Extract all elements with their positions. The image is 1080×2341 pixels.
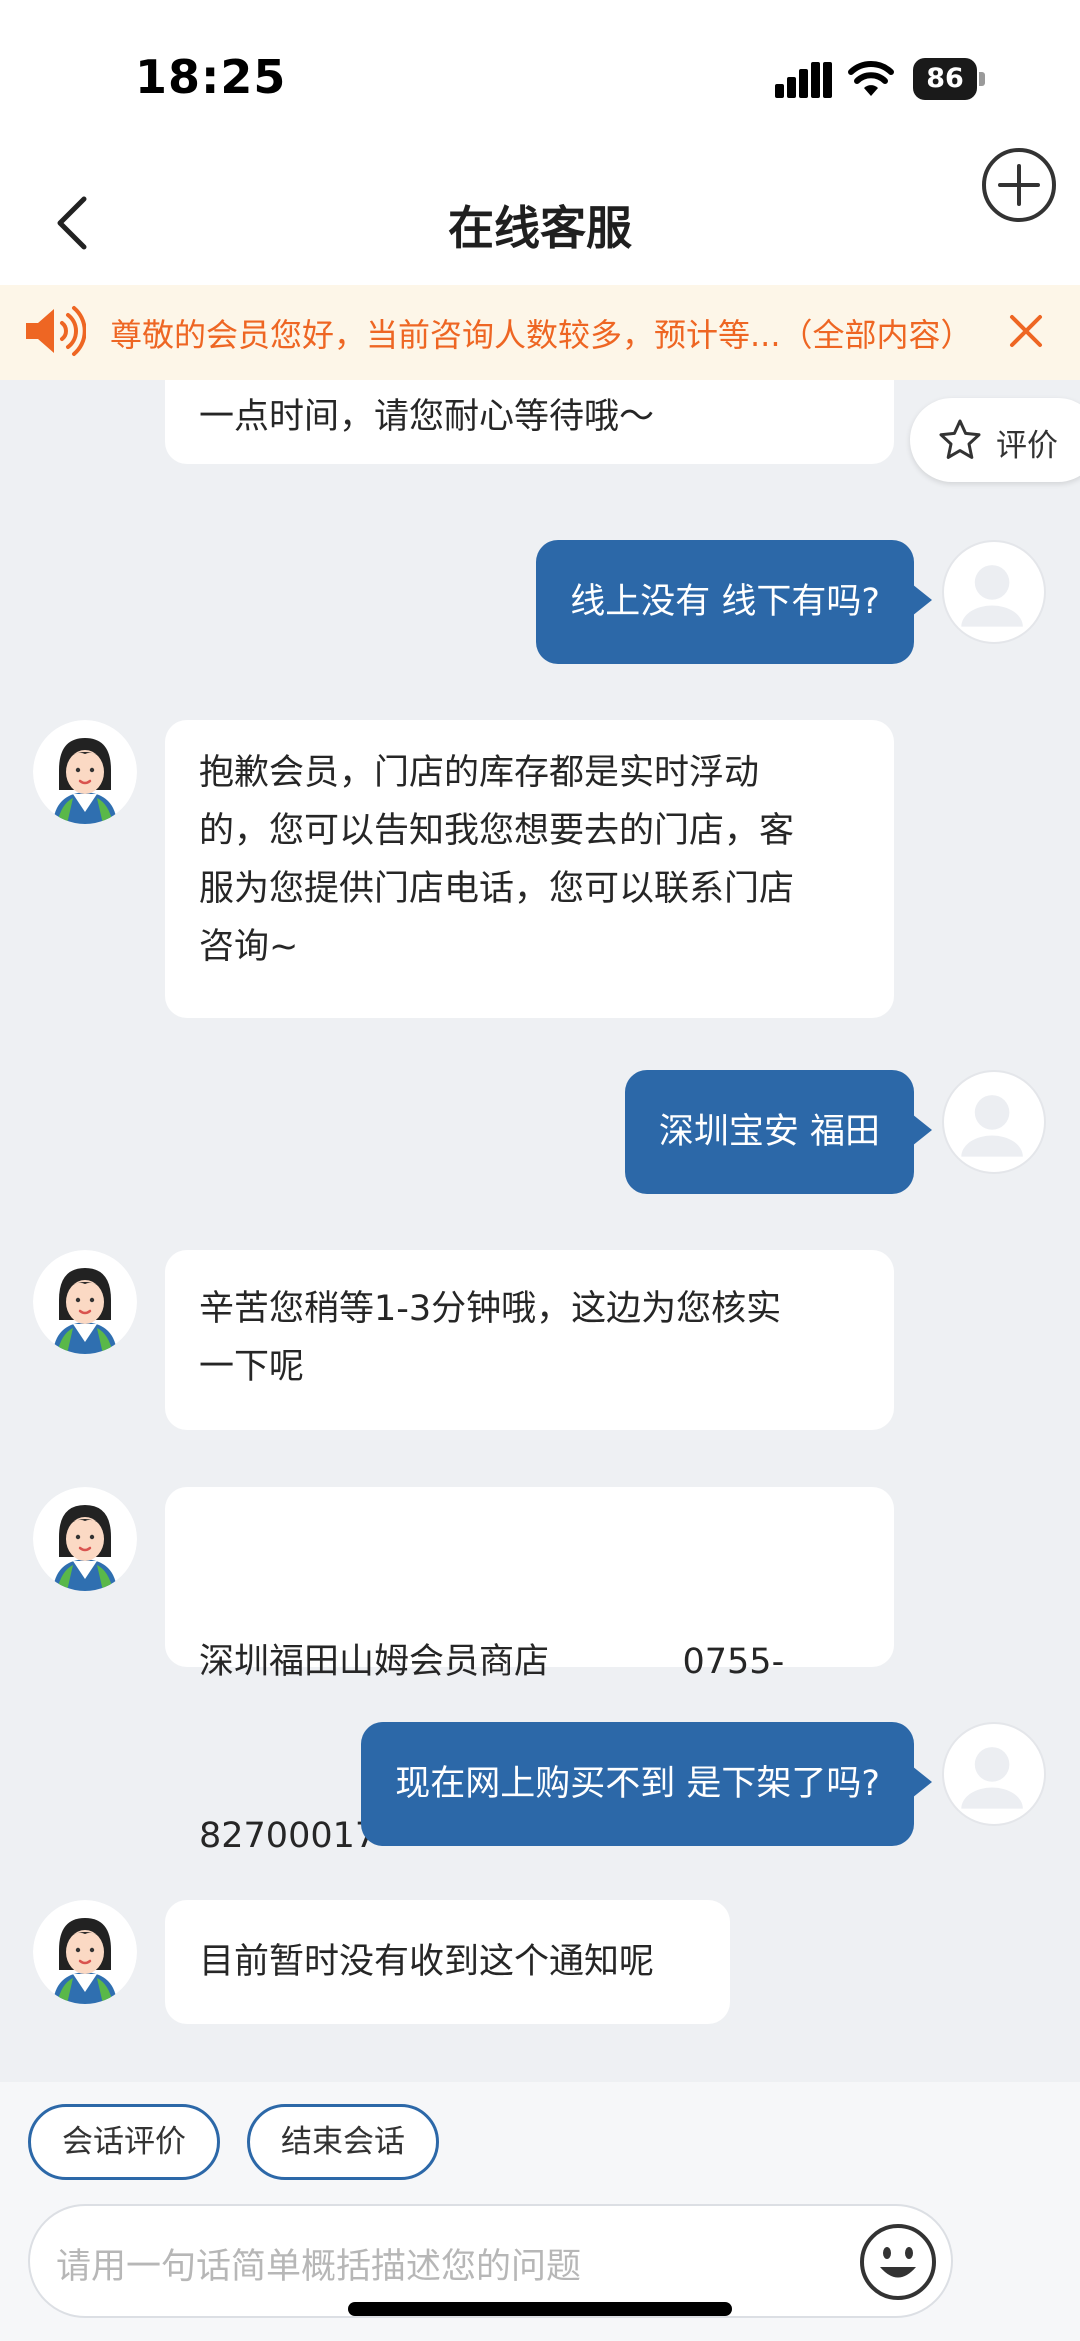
chat-area[interactable]: 一点时间，请您耐心等待哦～ 线上没有 线下有吗? 抱歉会员，门店的库存都是实时浮… [0,380,1080,2080]
person-icon [961,1095,1023,1157]
agent-avatar [33,1900,137,2004]
battery-icon: 86 [913,58,985,100]
agent-avatar [33,720,137,824]
bot-message: 辛苦您稍等1-3分钟哦，这边为您核实 一下呢 [165,1250,894,1430]
message-line: 的，您可以告知我您想要去的门店，客 [199,811,795,851]
user-message: 现在网上购买不到 是下架了吗? [361,1722,932,1846]
message-line: 深圳福田山姆会员商店 0755- [199,1642,785,1682]
user-message: 深圳宝安 福田 [624,1070,933,1194]
star-icon [939,419,981,459]
message-line: 咨询~ [199,927,299,967]
bot-message: 抱歉会员，门店的库存都是实时浮动 的，您可以告知我您想要去的门店，客 服为您提供… [165,720,894,1018]
person-icon [961,565,1023,627]
bot-message: 目前暂时没有收到这个通知呢 [165,1900,730,2024]
message-input[interactable]: 请用一句话简单概括描述您的问题 [28,2204,953,2318]
cellular-signal-icon [775,62,832,98]
input-placeholder: 请用一句话简单概括描述您的问题 [56,2247,582,2287]
message-line: 抱歉会员，门店的库存都是实时浮动 [199,753,760,793]
agent-avatar-icon [33,1487,137,1591]
notice-text[interactable]: 尊敬的会员您好，当前咨询人数较多，预计等...（全部内容） [110,310,973,356]
rate-label: 评价 [996,428,1058,464]
plus-icon[interactable] [980,146,1058,224]
message-line: 线上没有 线下有吗? [570,582,880,622]
end-session-button[interactable]: 结束会话 [247,2104,439,2180]
message-line: 辛苦您稍等1-3分钟哦，这边为您核实 [199,1289,782,1329]
wifi-icon [848,61,894,96]
message-line: 一点时间，请您耐心等待哦～ [199,397,655,437]
message-line: 深圳宝安 福田 [658,1112,880,1152]
message-line: 现在网上购买不到 是下架了吗? [395,1764,880,1804]
message-line: 服为您提供门店电话，您可以联系门店 [199,869,795,909]
session-rate-button[interactable]: 会话评价 [28,2104,220,2180]
page-title: 在线客服 [448,201,632,255]
person-icon [961,1747,1023,1809]
home-indicator [348,2302,732,2316]
agent-avatar [33,1487,137,1591]
bot-message: 深圳福田山姆会员商店 0755- 82700017 [165,1487,894,1856]
message-line: 一下呢 [199,1347,305,1387]
agent-avatar [33,1250,137,1354]
close-icon[interactable] [1004,309,1048,353]
user-avatar [942,1722,1046,1826]
nav-header: 在线客服 [0,160,1080,285]
battery-level: 86 [913,58,977,100]
status-bar: 18:25 86 [0,0,1080,160]
speaker-icon [26,306,86,356]
user-avatar [942,540,1046,644]
rate-button[interactable]: 评价 [910,398,1080,482]
user-avatar [942,1070,1046,1174]
agent-avatar-icon [33,1900,137,2004]
message-line: 目前暂时没有收到这个通知呢 [199,1942,655,1982]
emoji-icon[interactable] [858,2222,938,2302]
agent-avatar-icon [33,720,137,824]
status-time: 18:25 [135,50,287,104]
bot-message: 一点时间，请您耐心等待哦～ [165,380,894,464]
notice-banner[interactable]: 尊敬的会员您好，当前咨询人数较多，预计等...（全部内容） [0,285,1080,380]
user-message: 线上没有 线下有吗? [536,540,932,664]
agent-avatar-icon [33,1250,137,1354]
